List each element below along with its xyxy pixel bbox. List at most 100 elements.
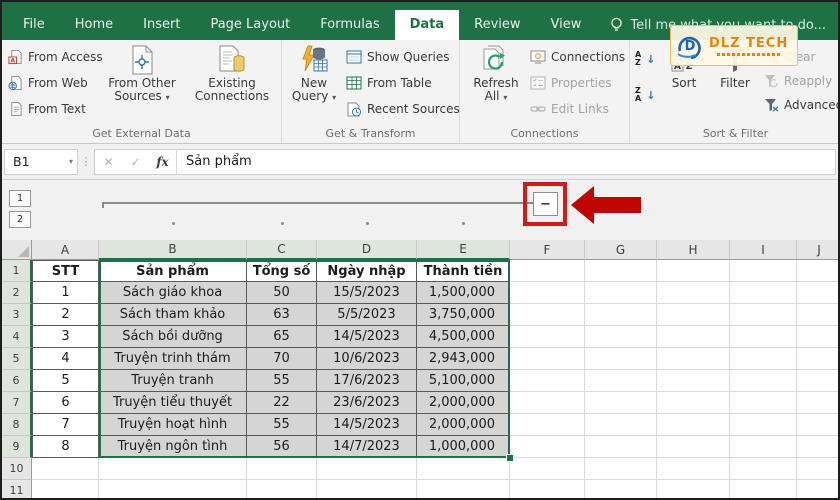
cell-I4[interactable] [730, 326, 797, 348]
cancel-icon[interactable]: ✕ [95, 155, 122, 169]
cell-A5[interactable]: 4 [32, 348, 99, 370]
from-web-button[interactable]: From Web [8, 72, 88, 94]
cell-J6[interactable] [797, 370, 838, 392]
cell-J7[interactable] [797, 392, 838, 414]
cell-I1[interactable] [730, 260, 797, 282]
cell-B7[interactable]: Truyện tiểu thuyết [99, 392, 247, 414]
tab-page-layout[interactable]: Page Layout [195, 10, 305, 40]
cell-F8[interactable] [510, 414, 585, 436]
cell-H1[interactable] [657, 260, 730, 282]
cell-A3[interactable]: 2 [32, 304, 99, 326]
cell-A1[interactable]: STT [32, 260, 99, 282]
cell-G8[interactable] [585, 414, 657, 436]
recent-sources-button[interactable]: Recent Sources [346, 98, 460, 120]
show-queries-button[interactable]: Show Queries [346, 46, 450, 68]
cell-A9[interactable]: 8 [32, 436, 99, 458]
row-header-1[interactable]: 1 [2, 260, 32, 282]
cell-I11[interactable] [730, 480, 797, 498]
cell-H9[interactable] [657, 436, 730, 458]
cell-G6[interactable] [585, 370, 657, 392]
row-header-8[interactable]: 8 [2, 414, 32, 436]
cell-I8[interactable] [730, 414, 797, 436]
new-query-button[interactable]: New Query ▾ [288, 43, 340, 104]
cell-F6[interactable] [510, 370, 585, 392]
cell-E7[interactable]: 2,000,000 [417, 392, 510, 414]
outline-level-2-button[interactable]: 2 [9, 211, 31, 228]
sort-ascending-button[interactable]: AZ ↓ [635, 48, 655, 70]
cell-J4[interactable] [797, 326, 838, 348]
cell-D4[interactable]: 14/5/2023 [317, 326, 417, 348]
col-header-A[interactable]: A [32, 240, 99, 260]
cell-D1[interactable]: Ngày nhập [317, 260, 417, 282]
tab-file[interactable]: File [8, 10, 60, 40]
cell-D11[interactable] [317, 480, 417, 498]
cell-F5[interactable] [510, 348, 585, 370]
cell-B9[interactable]: Truyện ngôn tình [99, 436, 247, 458]
cell-E9[interactable]: 1,000,000 [417, 436, 510, 458]
cell-B4[interactable]: Sách bồi dưỡng [99, 326, 247, 348]
name-box[interactable]: B1 ▾ [4, 148, 78, 175]
cell-J11[interactable] [797, 480, 838, 498]
cell-F9[interactable] [510, 436, 585, 458]
cell-F4[interactable] [510, 326, 585, 348]
from-access-button[interactable]: A From Access [8, 46, 103, 68]
cell-B2[interactable]: Sách giáo khoa [99, 282, 247, 304]
col-header-C[interactable]: C [247, 240, 317, 260]
tab-insert[interactable]: Insert [128, 10, 195, 40]
cell-H4[interactable] [657, 326, 730, 348]
cell-C8[interactable]: 55 [247, 414, 317, 436]
cell-G5[interactable] [585, 348, 657, 370]
cell-C1[interactable]: Tổng số [247, 260, 317, 282]
cell-D6[interactable]: 17/6/2023 [317, 370, 417, 392]
select-all-corner[interactable] [2, 240, 32, 260]
cell-C9[interactable]: 56 [247, 436, 317, 458]
cell-D7[interactable]: 23/6/2023 [317, 392, 417, 414]
cell-A11[interactable] [32, 480, 99, 498]
name-box-dropdown-icon[interactable]: ▾ [69, 157, 73, 166]
cell-E8[interactable]: 2,000,000 [417, 414, 510, 436]
cell-B11[interactable] [99, 480, 247, 498]
cell-I6[interactable] [730, 370, 797, 392]
cell-H10[interactable] [657, 458, 730, 480]
cell-F7[interactable] [510, 392, 585, 414]
cell-A6[interactable]: 5 [32, 370, 99, 392]
cell-J10[interactable] [797, 458, 838, 480]
row-header-6[interactable]: 6 [2, 370, 32, 392]
cell-J2[interactable] [797, 282, 838, 304]
cell-C7[interactable]: 22 [247, 392, 317, 414]
cell-B10[interactable] [99, 458, 247, 480]
cell-C11[interactable] [247, 480, 317, 498]
cell-I9[interactable] [730, 436, 797, 458]
cell-E11[interactable] [417, 480, 510, 498]
cell-B3[interactable]: Sách tham khảo [99, 304, 247, 326]
tab-review[interactable]: Review [459, 10, 535, 40]
row-header-5[interactable]: 5 [2, 348, 32, 370]
cell-H2[interactable] [657, 282, 730, 304]
cell-H5[interactable] [657, 348, 730, 370]
row-header-7[interactable]: 7 [2, 392, 32, 414]
connections-button[interactable]: Connections [530, 46, 625, 68]
cell-E3[interactable]: 3,750,000 [417, 304, 510, 326]
cell-J5[interactable] [797, 348, 838, 370]
cell-E10[interactable] [417, 458, 510, 480]
cell-A2[interactable]: 1 [32, 282, 99, 304]
refresh-all-button[interactable]: Refresh All ▾ [468, 43, 524, 104]
cell-E2[interactable]: 1,500,000 [417, 282, 510, 304]
cell-D2[interactable]: 15/5/2023 [317, 282, 417, 304]
cell-E5[interactable]: 2,943,000 [417, 348, 510, 370]
cell-B1[interactable]: Sản phẩm [99, 260, 247, 282]
cell-I2[interactable] [730, 282, 797, 304]
cell-G7[interactable] [585, 392, 657, 414]
cell-H3[interactable] [657, 304, 730, 326]
cell-I7[interactable] [730, 392, 797, 414]
cell-F11[interactable] [510, 480, 585, 498]
cell-D8[interactable]: 14/5/2023 [317, 414, 417, 436]
from-text-button[interactable]: From Text [8, 98, 86, 120]
sort-descending-button[interactable]: ZA ↓ [635, 84, 655, 106]
tab-home[interactable]: Home [60, 10, 128, 40]
cell-G10[interactable] [585, 458, 657, 480]
cell-J9[interactable] [797, 436, 838, 458]
cell-C2[interactable]: 50 [247, 282, 317, 304]
row-header-11[interactable]: 11 [2, 480, 32, 498]
cell-G9[interactable] [585, 436, 657, 458]
